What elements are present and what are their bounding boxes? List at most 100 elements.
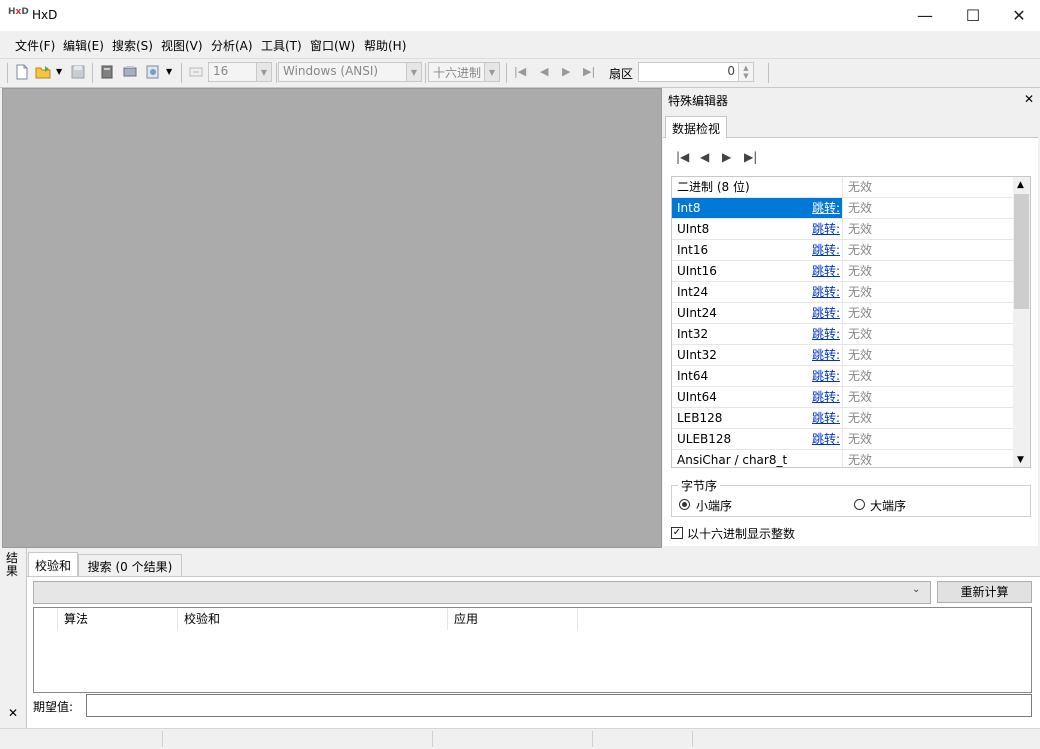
- inspector-row[interactable]: ULEB128 跳转: 无效: [672, 429, 1014, 450]
- close-button[interactable]: ✕: [996, 0, 1040, 31]
- jump-link[interactable]: 跳转:: [812, 408, 840, 428]
- jump-link[interactable]: 跳转:: [812, 387, 840, 407]
- tab-data-inspector[interactable]: 数据检视: [665, 116, 727, 138]
- jump-link[interactable]: 跳转:: [812, 219, 840, 239]
- menu-bar: 文件(F) 编辑(E) 搜索(S) 视图(V) 分析(A) 工具(T) 窗口(W…: [0, 34, 1040, 56]
- byte-order-label: 字节序: [678, 477, 721, 494]
- jump-link[interactable]: 跳转:: [812, 198, 840, 218]
- row-type: 二进制 (8 位): [672, 177, 843, 197]
- row-value: 无效: [848, 411, 873, 425]
- inspector-row[interactable]: 二进制 (8 位) 无效: [672, 177, 1014, 198]
- jump-link[interactable]: 跳转:: [812, 366, 840, 386]
- inspector-row[interactable]: Int32 跳转: 无效: [672, 324, 1014, 345]
- open-dropdown-icon[interactable]: ▼: [56, 67, 62, 76]
- jump-link[interactable]: 跳转:: [812, 303, 840, 323]
- menu-view[interactable]: 视图(V): [161, 37, 203, 54]
- menu-edit[interactable]: 编辑(E): [63, 37, 104, 54]
- column-header-blank: [34, 608, 58, 630]
- sector-label: 扇区: [609, 67, 634, 81]
- last-icon[interactable]: ▶|: [744, 150, 757, 164]
- special-editor-title: 特殊编辑器: [668, 94, 729, 108]
- inspector-row[interactable]: Int64 跳转: 无效: [672, 366, 1014, 387]
- chevron-down-icon[interactable]: ⌄: [912, 584, 920, 595]
- offset-base-select[interactable]: 十六进制 ▼: [428, 62, 500, 82]
- open-disk-icon[interactable]: [99, 64, 115, 80]
- tab-checksum[interactable]: 校验和: [28, 552, 78, 576]
- tools-dropdown-icon[interactable]: ▼: [166, 67, 172, 76]
- prev-icon[interactable]: ◀: [700, 150, 709, 164]
- algorithm-select[interactable]: [33, 581, 931, 604]
- jump-link[interactable]: 跳转:: [812, 429, 840, 449]
- inspector-row[interactable]: Int8 跳转: 无效: [672, 198, 1014, 219]
- row-value: 无效: [848, 180, 873, 194]
- minimize-button[interactable]: —: [902, 0, 948, 31]
- encoding-select[interactable]: Windows (ANSI) ▼: [278, 62, 422, 82]
- menu-search[interactable]: 搜索(S): [112, 37, 153, 54]
- jump-link[interactable]: 跳转:: [812, 324, 840, 344]
- first-icon[interactable]: |◀: [676, 150, 689, 164]
- last-sector-icon[interactable]: ▶|: [583, 65, 595, 78]
- big-endian-radio[interactable]: [854, 499, 865, 510]
- hex-display-checkbox[interactable]: ✓: [671, 527, 683, 539]
- scroll-up-icon[interactable]: ▲: [1017, 180, 1024, 190]
- scroll-down-icon[interactable]: ▼: [1017, 455, 1024, 465]
- big-endian-label[interactable]: 大端序: [870, 497, 906, 514]
- results-title: 结果: [6, 551, 19, 578]
- inspector-row[interactable]: UInt24 跳转: 无效: [672, 303, 1014, 324]
- first-sector-icon[interactable]: |◀: [514, 65, 526, 78]
- row-value: 无效: [848, 348, 873, 362]
- hex-display-label[interactable]: 以十六进制显示整数: [687, 525, 795, 542]
- row-value: 无效: [848, 306, 873, 320]
- bytes-per-row-select[interactable]: 16 ▼: [208, 62, 272, 82]
- inspector-row[interactable]: LEB128 跳转: 无效: [672, 408, 1014, 429]
- title-bar: [0, 0, 1040, 31]
- next-sector-icon[interactable]: ▶: [562, 65, 570, 78]
- jump-link[interactable]: 跳转:: [812, 282, 840, 302]
- tab-search-results[interactable]: 搜索 (0 个结果): [78, 554, 182, 576]
- inspector-row[interactable]: Int16 跳转: 无效: [672, 240, 1014, 261]
- menu-help[interactable]: 帮助(H): [364, 37, 406, 54]
- expected-value-input[interactable]: [86, 694, 1032, 717]
- row-value: 无效: [848, 243, 873, 257]
- hex-editor-area[interactable]: [2, 88, 662, 548]
- new-file-icon[interactable]: [14, 64, 30, 80]
- expected-value-label: 期望值:: [33, 700, 74, 714]
- jump-link[interactable]: 跳转:: [812, 261, 840, 281]
- menu-window[interactable]: 窗口(W): [310, 37, 355, 54]
- inspector-row[interactable]: UInt32 跳转: 无效: [672, 345, 1014, 366]
- next-icon[interactable]: ▶: [722, 150, 731, 164]
- maximize-button[interactable]: ☐: [950, 0, 996, 31]
- save-icon[interactable]: [70, 64, 86, 80]
- spinner-arrows-icon[interactable]: ▲ ▼: [738, 63, 753, 81]
- inspector-row[interactable]: AnsiChar / char8_t 无效: [672, 450, 1014, 467]
- little-endian-radio[interactable]: [679, 499, 690, 510]
- inspector-row[interactable]: UInt8 跳转: 无效: [672, 219, 1014, 240]
- sector-value: 0: [727, 64, 735, 78]
- recalculate-button[interactable]: 重新计算: [937, 581, 1032, 603]
- inspector-row[interactable]: UInt64 跳转: 无效: [672, 387, 1014, 408]
- close-icon[interactable]: ✕: [1024, 92, 1034, 106]
- sector-spinner[interactable]: 0 ▲ ▼: [638, 62, 754, 82]
- menu-file[interactable]: 文件(F): [15, 37, 55, 54]
- inspector-row[interactable]: UInt16 跳转: 无效: [672, 261, 1014, 282]
- data-inspector-grid: 二进制 (8 位) 无效 Int8 跳转: 无效 UInt8 跳转: 无效 Int16 跳转…: [671, 176, 1031, 468]
- menu-tools[interactable]: 工具(T): [261, 37, 302, 54]
- open-folder-icon[interactable]: [35, 64, 51, 80]
- scrollbar-thumb[interactable]: [1014, 194, 1029, 309]
- encoding-value: Windows (ANSI): [283, 64, 379, 78]
- column-header-apply[interactable]: 应用: [448, 608, 578, 630]
- menu-analysis[interactable]: 分析(A): [211, 37, 253, 54]
- file-tools-icon[interactable]: [145, 64, 161, 80]
- row-value: 无效: [848, 264, 873, 278]
- chevron-down-icon: ▼: [256, 63, 271, 81]
- row-type: AnsiChar / char8_t: [672, 450, 843, 467]
- close-icon[interactable]: ✕: [8, 706, 18, 720]
- little-endian-label[interactable]: 小端序: [696, 497, 732, 514]
- inspector-row[interactable]: Int24 跳转: 无效: [672, 282, 1014, 303]
- column-header-algorithm[interactable]: 算法: [58, 608, 178, 630]
- jump-link[interactable]: 跳转:: [812, 345, 840, 365]
- open-ram-icon[interactable]: [122, 64, 138, 80]
- column-header-checksum[interactable]: 校验和: [178, 608, 448, 630]
- prev-sector-icon[interactable]: ◀: [540, 65, 548, 78]
- jump-link[interactable]: 跳转:: [812, 240, 840, 260]
